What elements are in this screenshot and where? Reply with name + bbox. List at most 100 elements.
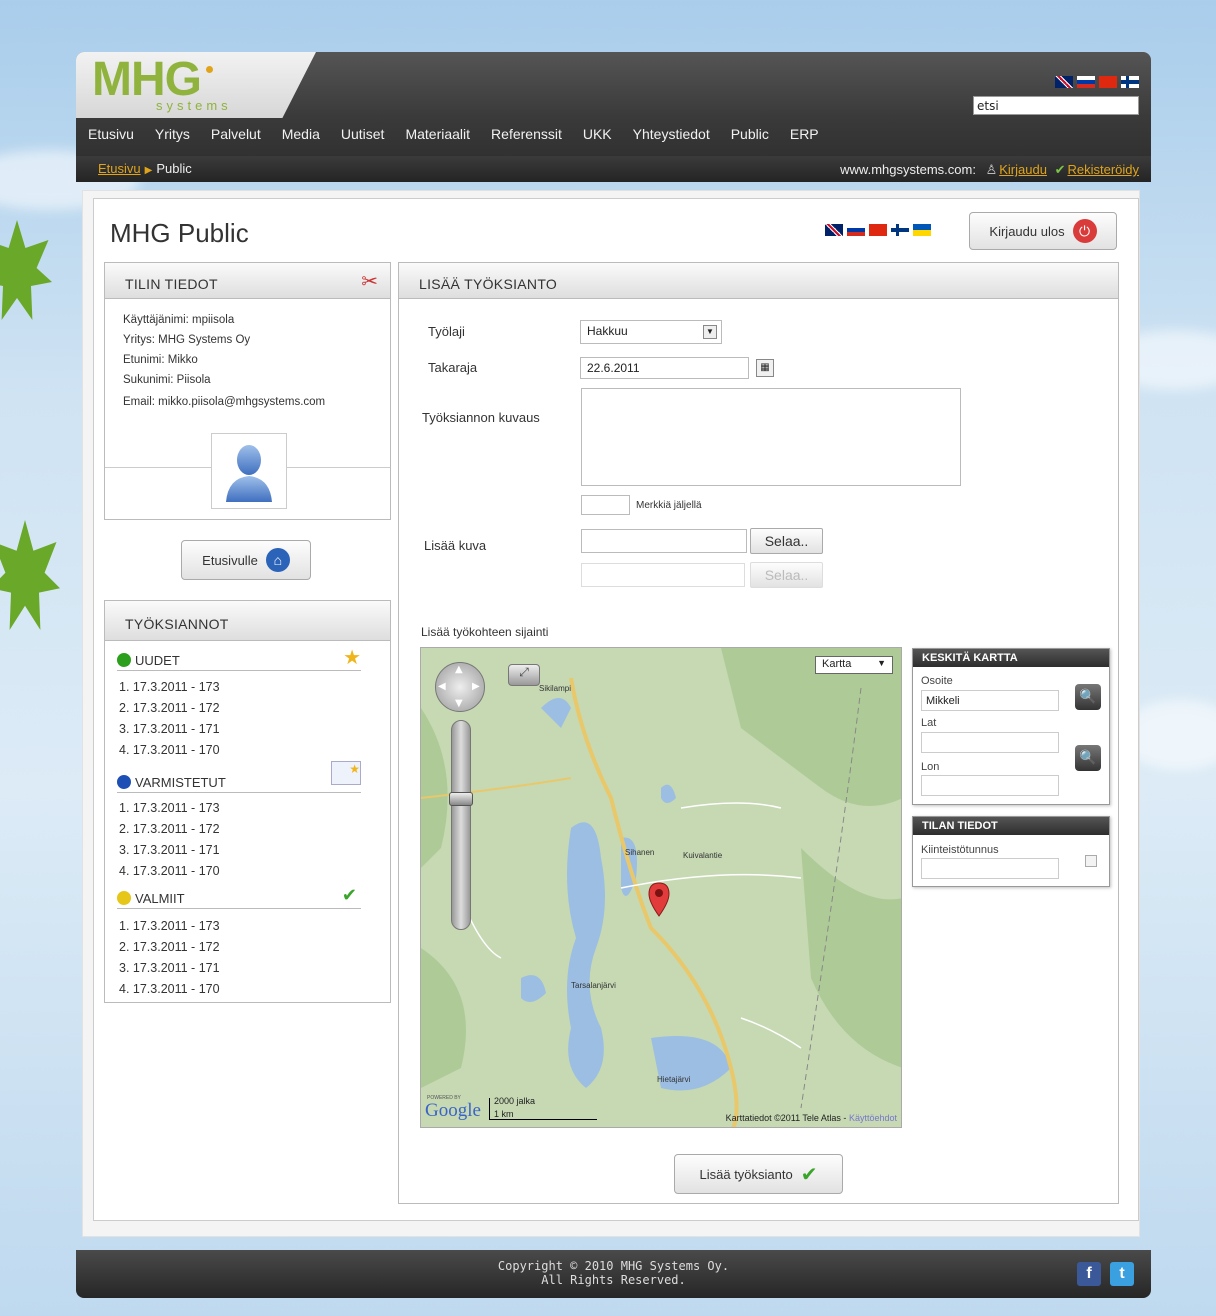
map-right-arrow-icon: ▶ [472,681,480,692]
flag-ua-icon[interactable] [913,224,931,236]
blue-dot-icon [117,775,131,789]
nav-ukk[interactable]: UKK [573,122,623,150]
center-map-box: KESKITÄ KARTTA Osoite 🔍 Lat 🔍 Lon [912,648,1110,805]
image-file-input[interactable] [581,529,747,553]
login-link[interactable]: Kirjaudu [999,162,1047,177]
nav-yritys[interactable]: Yritys [145,122,201,150]
add-assignment-header: LISÄÄ TYÖKSIANTO [399,263,1118,299]
flag-uk-icon[interactable] [825,224,843,236]
map-place-label: Sikilampi [539,684,572,693]
facebook-icon[interactable]: f [1077,1262,1101,1286]
address-search-button[interactable]: 🔍 [1075,684,1101,710]
map-scale-km: 1 km [494,1109,514,1119]
list-item[interactable]: 1. 17.3.2011 - 173 [119,919,220,933]
list-item[interactable]: 3. 17.3.2011 - 171 [119,961,220,975]
list-item[interactable]: 2. 17.3.2011 - 172 [119,701,220,715]
map-type-label: Kartta [822,658,852,670]
map-down-arrow-icon: ▼ [455,698,463,709]
map-up-arrow-icon: ▲ [455,664,463,675]
group-new-header: UUDET ★ [117,647,361,671]
home-button[interactable]: Etusivulle ⌂ [181,540,311,580]
map-place-label: Sihanen [625,848,655,857]
list-item[interactable]: 2. 17.3.2011 - 172 [119,940,220,954]
nav-materiaalit[interactable]: Materiaalit [395,122,481,150]
group-confirmed-header: VARMISTETUT ★ [117,761,361,793]
logout-button[interactable]: Kirjaudu ulos ⏻ [969,212,1117,250]
copyright-line1: Copyright © 2010 MHG Systems Oy. [497,1259,730,1273]
flag-fi-icon[interactable] [891,224,909,236]
site-header: MHG systems Etusivu Yritys Palvelut Medi… [76,52,1151,182]
description-textarea[interactable] [581,388,961,486]
map-zoom-handle[interactable] [449,792,473,806]
location-map[interactable]: ▲ ▼ ◀ ▶ ⤢ Kartta ▼ Sikilampi Sihanen Tars… [420,647,902,1128]
lat-input[interactable] [921,732,1059,753]
list-item[interactable]: 1. 17.3.2011 - 173 [119,801,220,815]
lon-input[interactable] [921,775,1059,796]
nav-public[interactable]: Public [721,122,780,150]
map-zoom-slider[interactable] [451,720,471,930]
flag-cn-icon[interactable] [1099,76,1117,88]
account-header: TILIN TIEDOT [105,263,390,299]
list-item[interactable]: 2. 17.3.2011 - 172 [119,822,220,836]
map-fullscreen-button[interactable]: ⤢ [508,664,540,686]
map-attribution-text: Karttatiedot ©2011 Tele Atlas - [725,1113,847,1123]
check-icon: ✔ [1054,162,1066,177]
list-item[interactable]: 4. 17.3.2011 - 170 [119,982,220,996]
calendar-star-icon: ★ [331,761,361,785]
map-type-select[interactable]: Kartta ▼ [815,656,893,674]
submit-assignment-button[interactable]: Lisää työksianto ✔ [674,1154,843,1194]
map-attribution: Karttatiedot ©2011 Tele Atlas - Käyttöeh… [726,1113,897,1123]
avatar [211,433,287,509]
browse-button[interactable]: Selaa.. [750,528,823,554]
breadcrumb: Etusivu ▶ Public [98,161,192,176]
breadcrumb-home-link[interactable]: Etusivu [98,161,141,176]
map-place-label: Hietajärvi [657,1075,691,1084]
flag-fi-icon[interactable] [1121,76,1139,88]
nav-yhteystiedot[interactable]: Yhteystiedot [623,122,721,150]
deadline-input[interactable] [580,357,749,379]
calendar-icon[interactable]: ▦ [756,359,774,377]
list-item[interactable]: 3. 17.3.2011 - 171 [119,843,220,857]
list-item[interactable]: 3. 17.3.2011 - 171 [119,722,220,736]
list-item[interactable]: 4. 17.3.2011 - 170 [119,743,220,757]
flag-cn-icon[interactable] [869,224,887,236]
address-input[interactable] [921,690,1059,711]
logo[interactable]: MHG systems [76,52,316,118]
property-checkbox[interactable] [1085,855,1097,867]
nav-uutiset[interactable]: Uutiset [331,122,396,150]
register-link[interactable]: Rekisteröidy [1067,162,1139,177]
user-icon: ♙ [985,162,998,177]
group-new-title: UUDET [135,653,180,668]
list-item[interactable]: 1. 17.3.2011 - 173 [119,680,220,694]
nav-media[interactable]: Media [272,122,331,150]
map-terms-link[interactable]: Käyttöehdot [849,1113,897,1123]
nav-referenssit[interactable]: Referenssit [481,122,573,150]
nav-erp[interactable]: ERP [780,122,830,150]
flag-uk-icon[interactable] [1055,76,1073,88]
account-header-label: TILIN TIEDOT [125,276,218,292]
search-input[interactable] [973,96,1139,115]
worktype-select[interactable]: Hakkuu ▼ [580,320,722,344]
flag-ru-icon[interactable] [847,224,865,236]
chars-left-label: Merkkiä jäljellä [636,500,702,511]
group-done-title: VALMIIT [135,891,185,906]
home-icon: ⌂ [265,548,290,572]
nav-palvelut[interactable]: Palvelut [201,122,272,150]
flag-ru-icon[interactable] [1077,76,1095,88]
site-url: www.mhgsystems.com: [840,162,976,177]
google-logo[interactable]: Google [425,1100,481,1122]
tools-icon[interactable]: ✂ [361,269,378,293]
main-nav: Etusivu Yritys Palvelut Media Uutiset Ma… [76,122,830,150]
check-icon: ✔ [800,1163,818,1186]
worktype-label: Työlaji [428,324,465,339]
image-label: Lisää kuva [424,538,487,553]
nav-etusivu[interactable]: Etusivu [88,122,145,150]
twitter-icon[interactable]: t [1110,1262,1134,1286]
center-map-title: KESKITÄ KARTTA [922,652,1018,664]
list-item[interactable]: 4. 17.3.2011 - 170 [119,864,220,878]
power-icon: ⏻ [1072,219,1097,243]
coords-search-button[interactable]: 🔍 [1075,745,1101,771]
property-id-input[interactable] [921,858,1059,879]
logo-subtext: systems [156,98,232,113]
map-marker-icon[interactable] [647,882,671,918]
